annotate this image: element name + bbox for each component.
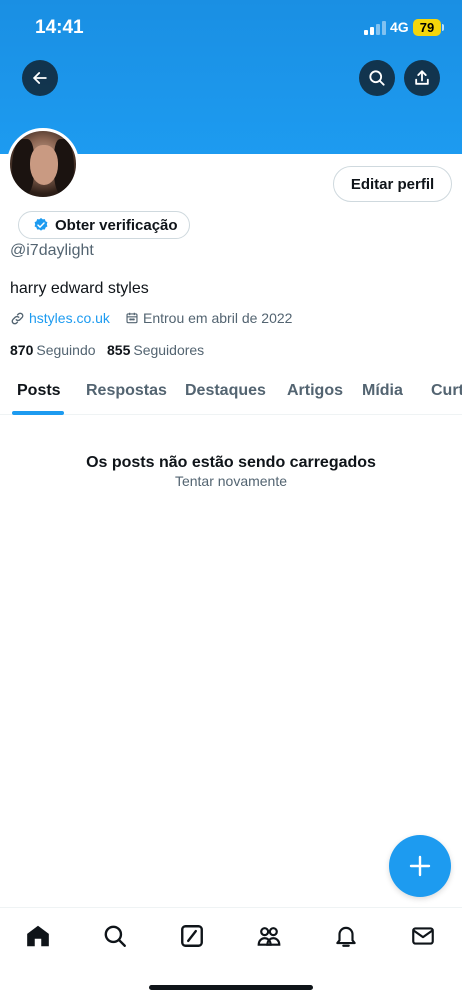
- search-button[interactable]: [359, 60, 395, 96]
- signal-icon: [364, 21, 386, 35]
- tab-articles[interactable]: Artigos: [287, 382, 343, 400]
- profile-bio: harry edward styles: [10, 280, 149, 297]
- active-tab-indicator: [12, 411, 64, 415]
- share-icon: [415, 70, 429, 85]
- notifications-icon: [336, 926, 356, 947]
- tab-media[interactable]: Mídia: [362, 382, 403, 400]
- compose-button[interactable]: [389, 835, 451, 897]
- link-icon: [11, 312, 24, 324]
- followers-stat[interactable]: 855 Seguidores: [107, 342, 204, 358]
- home-icon: [27, 925, 49, 947]
- tab-highlights[interactable]: Destaques: [185, 382, 266, 400]
- nav-grok[interactable]: [178, 922, 206, 950]
- tab-posts[interactable]: Posts: [17, 382, 61, 400]
- avatar-face: [30, 145, 58, 185]
- verified-badge-icon: [34, 218, 48, 231]
- arrow-left-icon: [33, 72, 47, 84]
- followers-count: 855: [107, 342, 131, 358]
- nav-messages[interactable]: [409, 922, 437, 950]
- bottom-nav: [0, 907, 462, 965]
- edit-profile-button[interactable]: Editar perfil: [333, 166, 452, 202]
- nav-communities[interactable]: [255, 922, 283, 950]
- messages-icon: [412, 927, 434, 945]
- battery-indicator: 79: [413, 19, 441, 36]
- avatar[interactable]: [7, 128, 79, 200]
- nav-explore[interactable]: [101, 922, 129, 950]
- followers-label: Seguidores: [133, 342, 205, 358]
- status-time: 14:41: [35, 17, 84, 38]
- battery-tip: [442, 24, 444, 31]
- tab-likes[interactable]: Curt: [431, 382, 462, 400]
- following-stat[interactable]: 870 Seguindo: [10, 342, 96, 358]
- nav-notifications[interactable]: [332, 922, 360, 950]
- network-type: 4G: [390, 19, 409, 35]
- get-verified-label: Obter verificação: [55, 216, 178, 234]
- joined-date: Entrou em abril de 2022: [143, 310, 293, 326]
- website-link[interactable]: hstyles.co.uk: [29, 310, 110, 326]
- profile-handle: @i7daylight: [10, 242, 94, 259]
- communities-icon: [257, 927, 281, 946]
- following-label: Seguindo: [36, 342, 96, 358]
- retry-link[interactable]: Tentar novamente: [0, 473, 462, 489]
- empty-state-title: Os posts não estão sendo carregados: [86, 454, 376, 471]
- share-button[interactable]: [404, 60, 440, 96]
- plus-icon: [409, 855, 431, 877]
- search-icon: [104, 925, 126, 947]
- profile-tabs: Posts Respostas Destaques Artigos Mídia …: [0, 370, 462, 415]
- search-icon: [369, 70, 385, 86]
- following-count: 870: [10, 342, 34, 358]
- profile-joined: Entrou em abril de 2022: [125, 310, 292, 326]
- back-button[interactable]: [22, 60, 58, 96]
- grok-icon: [181, 925, 203, 947]
- profile-website[interactable]: hstyles.co.uk: [10, 310, 110, 326]
- home-indicator[interactable]: [149, 985, 313, 990]
- tab-replies[interactable]: Respostas: [86, 382, 167, 400]
- calendar-icon: [126, 312, 138, 324]
- nav-home[interactable]: [24, 922, 52, 950]
- get-verified-button[interactable]: Obter verificação: [18, 211, 190, 239]
